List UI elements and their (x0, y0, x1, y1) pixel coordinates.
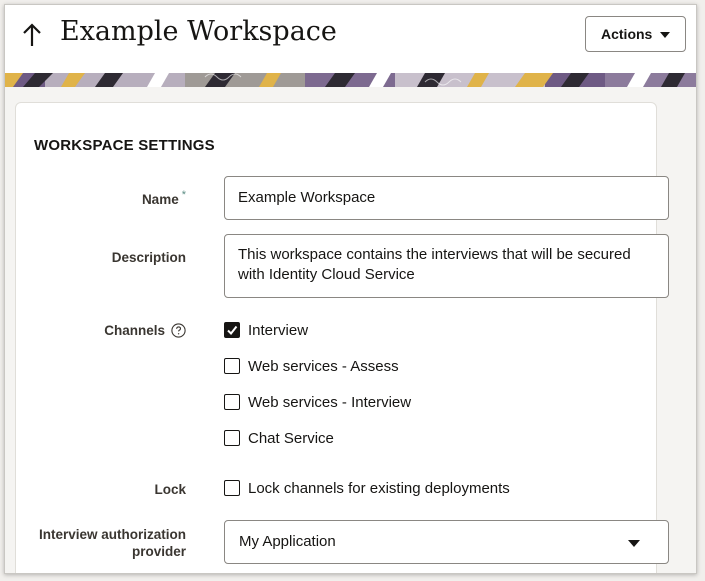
checkbox-unchecked-icon (224, 430, 240, 446)
channels-label-text: Channels (104, 323, 165, 338)
decorative-banner (5, 73, 696, 87)
channel-ws-assess-label: Web services - Assess (248, 358, 399, 375)
actions-menu-button[interactable]: Actions (585, 16, 686, 52)
channel-interview-label: Interview (248, 322, 309, 339)
workspace-settings-panel: WORKSPACE SETTINGS Name * Example Workspa… (15, 102, 669, 573)
checkbox-unchecked-icon (224, 358, 240, 374)
actions-button-label: Actions (601, 26, 653, 42)
description-textarea[interactable]: This workspace contains the interviews t… (224, 234, 669, 298)
channel-chat-label: Chat Service (248, 430, 334, 447)
auth-provider-value: My Application (239, 533, 336, 550)
lock-label: Lock (154, 482, 186, 497)
auth-provider-select[interactable]: My Application (224, 520, 669, 564)
page-title: Example Workspace (60, 16, 337, 47)
page-header: Example Workspace Actions (5, 5, 696, 73)
chevron-down-icon (660, 32, 670, 38)
help-icon[interactable] (171, 323, 186, 338)
channels-label: Channels (16, 322, 186, 339)
description-label: Description (111, 250, 186, 265)
back-arrow-icon[interactable] (19, 19, 45, 49)
checkbox-unchecked-icon (224, 480, 240, 496)
name-label: Name * (16, 189, 186, 210)
auth-provider-label: Interview authorization provider (38, 527, 186, 559)
required-marker: * (181, 189, 186, 201)
name-label-text: Name (141, 192, 179, 207)
checkbox-checked-icon (224, 322, 240, 338)
workspace-window: Example Workspace Actions WORKSPACE SETT… (4, 4, 697, 574)
chevron-down-icon (628, 540, 640, 547)
checkbox-unchecked-icon (224, 394, 240, 410)
name-input-value: Example Workspace (238, 189, 376, 206)
description-value: This workspace contains the interviews t… (238, 246, 631, 283)
section-title: WORKSPACE SETTINGS (34, 137, 215, 154)
channel-ws-interview-label: Web services - Interview (248, 394, 412, 411)
name-input[interactable]: Example Workspace (224, 176, 669, 220)
lock-channels-label: Lock channels for existing deployments (248, 480, 510, 497)
